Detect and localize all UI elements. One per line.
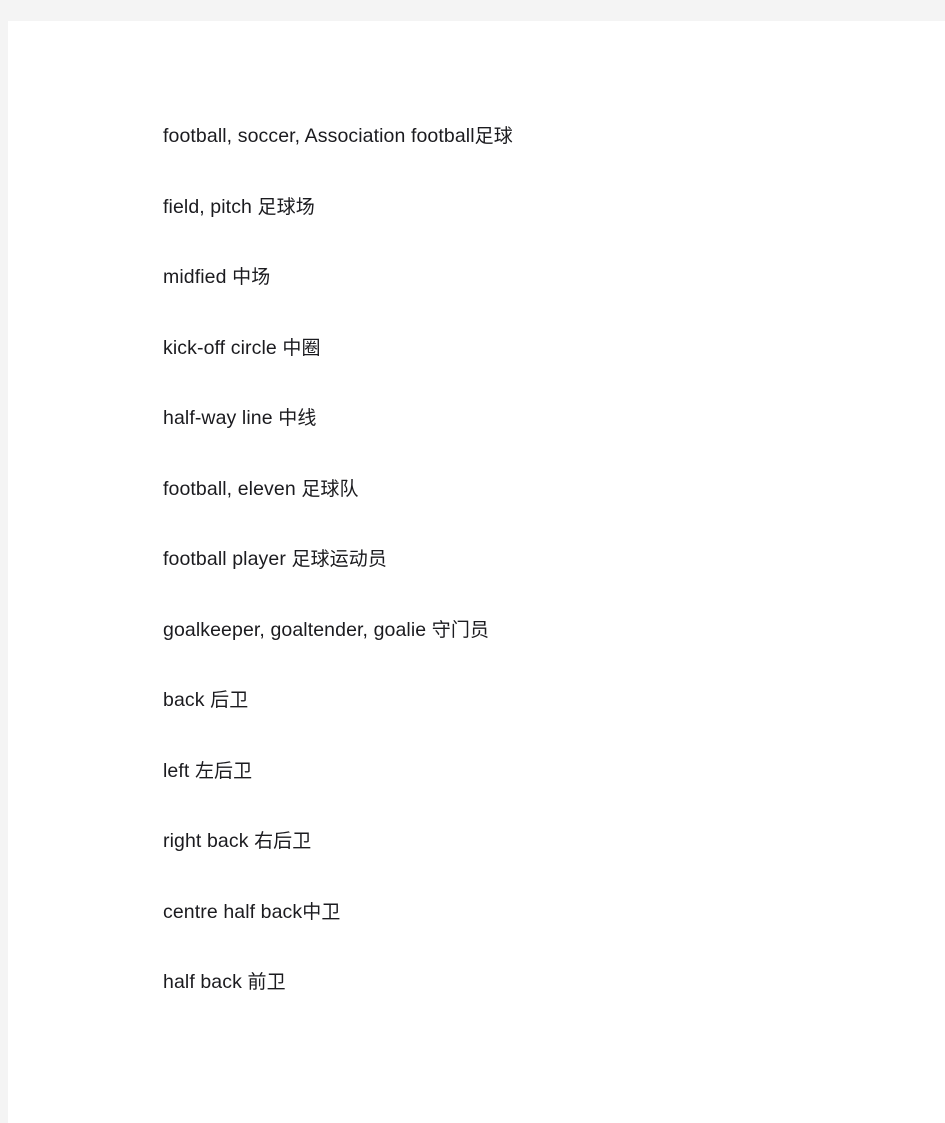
glossary-entry: football player 足球运动员 — [163, 524, 903, 595]
top-margin-band — [0, 0, 945, 21]
left-margin-gutter — [0, 0, 8, 1123]
glossary-entry: football, soccer, Association football足球 — [163, 101, 903, 172]
glossary-term-chinese: 足球场 — [257, 195, 315, 218]
glossary-term-english: right back — [163, 830, 249, 852]
glossary-term-chinese: 足球 — [474, 125, 513, 147]
glossary-term-english: goalkeeper, goaltender, goalie — [163, 618, 427, 641]
document-page: football, soccer, Association football足球… — [8, 21, 945, 1123]
glossary-term-english: kick-off circle — [163, 336, 277, 359]
glossary-term-chinese: 中圈 — [282, 336, 321, 359]
glossary-term-chinese: 左后卫 — [194, 759, 253, 782]
glossary-entry: centre half back中卫 — [163, 877, 903, 948]
glossary-term-english: football player — [163, 548, 286, 570]
glossary-entry: back 后卫 — [163, 665, 903, 736]
glossary-entry: half back 前卫 — [163, 947, 903, 1018]
glossary-entry: half-way line 中线 — [163, 383, 903, 454]
glossary-term-chinese: 右后卫 — [254, 830, 312, 852]
glossary-term-chinese: 前卫 — [247, 971, 286, 993]
glossary-entry: football, eleven 足球队 — [163, 454, 903, 525]
glossary-term-english: half-way line — [163, 407, 273, 429]
glossary-term-chinese: 后卫 — [210, 689, 249, 711]
glossary-term-english: back — [163, 689, 205, 711]
glossary-term-chinese: 足球运动员 — [291, 548, 387, 570]
glossary-list: football, soccer, Association football足球… — [163, 101, 903, 1018]
glossary-term-english: half back — [163, 971, 242, 993]
glossary-entry: goalkeeper, goaltender, goalie 守门员 — [163, 595, 903, 666]
glossary-entry: field, pitch 足球场 — [163, 172, 903, 243]
glossary-term-english: football, soccer, Association football — [163, 125, 475, 147]
glossary-term-english: football, eleven — [163, 477, 296, 500]
glossary-term-english: field, pitch — [163, 195, 252, 218]
glossary-entry: left 左后卫 — [163, 736, 903, 807]
glossary-term-english: midfied — [163, 266, 227, 288]
glossary-term-chinese: 守门员 — [431, 618, 490, 641]
glossary-entry: kick-off circle 中圈 — [163, 313, 903, 384]
glossary-term-english: centre half back — [163, 900, 303, 923]
glossary-term-chinese: 中线 — [278, 407, 317, 429]
glossary-term-english: left — [163, 759, 190, 782]
glossary-term-chinese: 中场 — [232, 266, 271, 288]
glossary-term-chinese: 中卫 — [302, 900, 341, 923]
glossary-term-chinese: 足球队 — [301, 477, 359, 500]
glossary-entry: midfied 中场 — [163, 242, 903, 313]
glossary-entry: right back 右后卫 — [163, 806, 903, 877]
